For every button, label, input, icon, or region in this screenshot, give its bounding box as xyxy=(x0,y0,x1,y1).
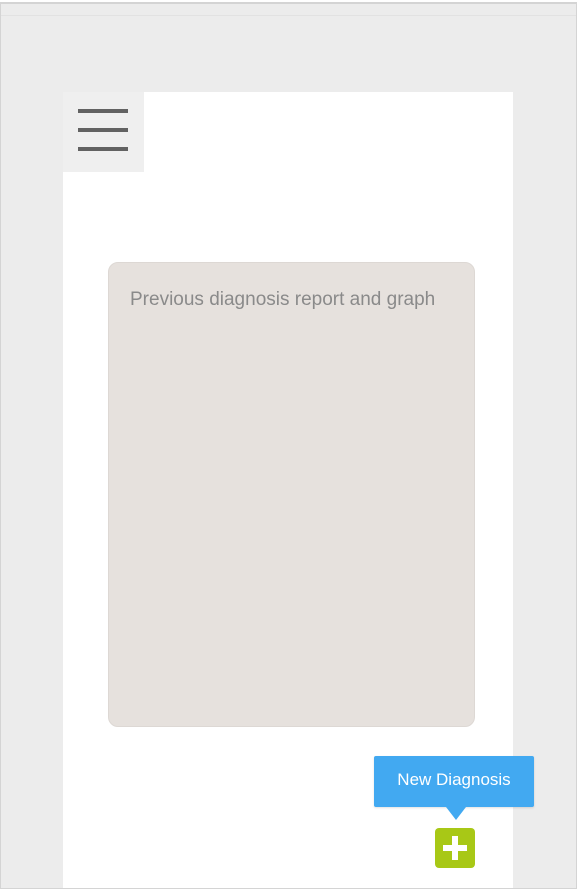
canvas-top-divider xyxy=(1,15,576,16)
menu-icon-bar xyxy=(78,147,128,151)
app-canvas: Previous diagnosis report and graph New … xyxy=(0,2,577,889)
new-diagnosis-button[interactable] xyxy=(435,828,475,868)
new-diagnosis-label: New Diagnosis xyxy=(397,770,511,789)
plus-icon-vertical xyxy=(452,836,458,860)
tooltip-arrow xyxy=(446,807,466,820)
new-diagnosis-tooltip: New Diagnosis xyxy=(374,756,534,820)
previous-diagnosis-panel: Previous diagnosis report and graph xyxy=(108,262,475,727)
menu-icon-bar xyxy=(78,109,128,113)
menu-button[interactable] xyxy=(63,92,144,172)
previous-diagnosis-placeholder: Previous diagnosis report and graph xyxy=(130,289,436,310)
menu-icon-bar xyxy=(78,128,128,132)
app-screen: Previous diagnosis report and graph New … xyxy=(63,92,534,888)
